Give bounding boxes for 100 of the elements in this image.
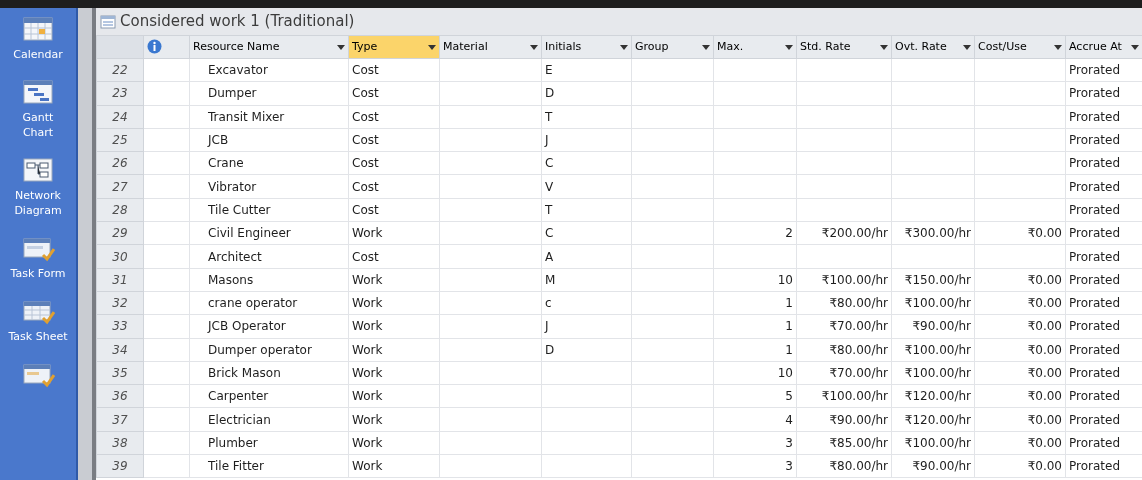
type-cell: Cost [348, 105, 440, 129]
max-units-cell: 10 [713, 268, 797, 292]
cost-per-use-cell: ₹0.00 [974, 407, 1066, 432]
overtime-rate-cell: ₹120.00/hr [891, 407, 975, 432]
column-header[interactable]: Resource Name [189, 35, 349, 59]
cost-per-use-cell: ₹0.00 [974, 338, 1066, 362]
initials-cell: D [541, 338, 632, 362]
dropdown-arrow-icon[interactable] [1131, 44, 1139, 50]
splitter-bar[interactable] [78, 8, 96, 480]
view-bar-item[interactable]: Task Sheet [8, 296, 68, 352]
dropdown-arrow-icon[interactable] [785, 44, 793, 50]
column-header[interactable]: Material [439, 35, 542, 59]
resource-name-cell: Carpenter [189, 384, 349, 408]
type-cell: Work [348, 384, 440, 408]
type-cell: Cost [348, 198, 440, 222]
overtime-rate-cell: ₹90.00/hr [891, 314, 975, 339]
type-cell: Work [348, 338, 440, 362]
row-number: 39 [96, 454, 144, 478]
column-header[interactable]: Cost/Use [974, 35, 1066, 59]
max-units-cell: 5 [713, 384, 797, 408]
cost-per-use-cell: ₹0.00 [974, 431, 1066, 455]
overtime-rate-cell: ₹100.00/hr [891, 431, 975, 455]
type-cell: Work [348, 361, 440, 385]
cost-per-use-cell: ₹0.00 [974, 454, 1066, 478]
type-cell: Cost [348, 151, 440, 175]
cost-per-use-cell: ₹0.00 [974, 268, 1066, 292]
dropdown-arrow-icon[interactable] [880, 44, 888, 50]
dropdown-arrow-icon[interactable] [620, 44, 628, 50]
standard-rate-cell: ₹80.00/hr [796, 454, 892, 478]
overtime-rate-cell: ₹120.00/hr [891, 384, 975, 408]
row-number: 33 [96, 314, 144, 339]
row-number: 35 [96, 361, 144, 385]
dropdown-arrow-icon[interactable] [1054, 44, 1062, 50]
standard-rate-cell: ₹100.00/hr [796, 384, 892, 408]
dropdown-arrow-icon[interactable] [337, 44, 345, 50]
dropdown-arrow-icon[interactable] [530, 44, 538, 50]
max-units-cell: 4 [713, 407, 797, 432]
max-units-cell: 1 [713, 314, 797, 339]
max-units-cell: 1 [713, 338, 797, 362]
standard-rate-cell: ₹200.00/hr [796, 221, 892, 245]
standard-rate-cell: ₹85.00/hr [796, 431, 892, 455]
view-bar-item[interactable]: Task Form [8, 233, 68, 289]
max-units-cell: 1 [713, 291, 797, 315]
column-header[interactable]: Group [631, 35, 714, 59]
standard-rate-cell: ₹80.00/hr [796, 291, 892, 315]
dropdown-arrow-icon[interactable] [963, 44, 971, 50]
dropdown-arrow-icon[interactable] [428, 44, 436, 50]
resource-name-cell: Electrician [189, 407, 349, 432]
row-number: 26 [96, 151, 144, 175]
row-number: 27 [96, 175, 144, 199]
row-number: 25 [96, 128, 144, 152]
column-header[interactable]: Max. [713, 35, 797, 59]
row-number: 29 [96, 221, 144, 245]
column-header[interactable]: Std. Rate [796, 35, 892, 59]
resource-name-cell: crane operator [189, 291, 349, 315]
view-bar-item[interactable]: Gantt Chart [8, 77, 68, 148]
overtime-rate-cell: ₹90.00/hr [891, 454, 975, 478]
info-icon [147, 39, 162, 55]
resource-name-cell: Crane [189, 151, 349, 175]
indicators-header[interactable] [143, 35, 190, 59]
cost-per-use-cell: ₹0.00 [974, 291, 1066, 315]
standard-rate-cell: ₹90.00/hr [796, 407, 892, 432]
resource-name-cell: Tile Fitter [189, 454, 349, 478]
type-cell: Cost [348, 175, 440, 199]
view-title: Considered work 1 (Traditional) [120, 11, 355, 33]
row-number: 30 [96, 244, 144, 269]
calendar-icon [21, 14, 55, 44]
column-header[interactable]: Accrue At [1065, 35, 1142, 59]
overtime-rate-cell: ₹100.00/hr [891, 361, 975, 385]
view-bar-item[interactable]: Network Diagram [8, 155, 68, 226]
type-cell: Work [348, 407, 440, 432]
resource-name-cell: Excavator [189, 58, 349, 82]
resource-name-cell: JCB Operator [189, 314, 349, 339]
initials-cell: E [541, 58, 632, 82]
view-bar-item[interactable]: Calendar [8, 14, 68, 70]
initials-cell: A [541, 244, 632, 269]
row-number: 37 [96, 407, 144, 432]
row-number: 34 [96, 338, 144, 362]
initials-cell: J [541, 314, 632, 339]
cost-per-use-cell: ₹0.00 [974, 314, 1066, 339]
max-units-cell: 10 [713, 361, 797, 385]
column-header[interactable]: Type [348, 35, 440, 59]
resource-name-cell: Transit Mixer [189, 105, 349, 129]
initials-cell: D [541, 81, 632, 106]
column-header[interactable]: Ovt. Rate [891, 35, 975, 59]
type-cell: Work [348, 221, 440, 245]
row-number: 32 [96, 291, 144, 315]
initials-cell: T [541, 105, 632, 129]
dropdown-arrow-icon[interactable] [702, 44, 710, 50]
standard-rate-cell: ₹70.00/hr [796, 314, 892, 339]
sheet-icon [100, 14, 116, 29]
resource-name-cell: Tile Cutter [189, 198, 349, 222]
column-header[interactable]: Initials [541, 35, 632, 59]
cost-per-use-cell: ₹0.00 [974, 221, 1066, 245]
row-number: 36 [96, 384, 144, 408]
type-cell: Work [348, 314, 440, 339]
gantt-chart-icon [21, 77, 55, 107]
type-cell: Cost [348, 128, 440, 152]
initials-cell: c [541, 291, 632, 315]
initials-cell: C [541, 221, 632, 245]
